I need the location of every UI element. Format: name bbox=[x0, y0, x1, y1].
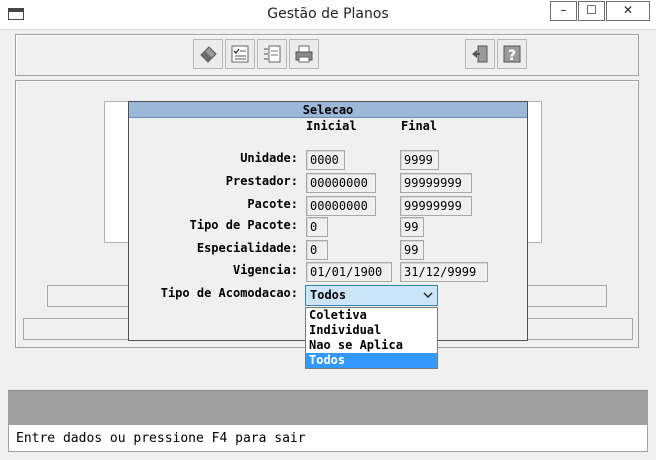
tipo-acomodacao-selected-value: Todos bbox=[310, 288, 347, 302]
especialidade-final-field[interactable]: 99 bbox=[400, 240, 424, 260]
tipo-pacote-final-field[interactable]: 99 bbox=[400, 217, 424, 237]
option-todos[interactable]: Todos bbox=[306, 353, 437, 368]
clear-button[interactable] bbox=[193, 39, 223, 69]
checklist-icon bbox=[231, 45, 249, 63]
option-individual[interactable]: Individual bbox=[306, 323, 437, 338]
unidade-final-field[interactable]: 9999 bbox=[400, 150, 439, 170]
eraser-icon bbox=[200, 46, 217, 63]
checklist-button[interactable] bbox=[225, 39, 255, 69]
unidade-label: Unidade: bbox=[240, 151, 298, 165]
dialog-title: Selecao bbox=[129, 102, 527, 118]
option-coletiva[interactable]: Coletiva bbox=[306, 308, 437, 323]
tipo-acomodacao-select[interactable]: Todos bbox=[305, 285, 438, 306]
especialidade-label: Especialidade: bbox=[196, 241, 298, 255]
tipo-pacote-label: Tipo de Pacote: bbox=[189, 218, 298, 232]
vigencia-label: Vigencia: bbox=[232, 263, 298, 277]
tipo-acomodacao-label: Tipo de Acomodacao: bbox=[160, 286, 298, 300]
pacote-final-field[interactable]: 99999999 bbox=[400, 196, 472, 216]
help-button[interactable]: ? bbox=[497, 39, 527, 69]
column-initial-header: Inicial bbox=[306, 119, 357, 133]
especialidade-initial-field[interactable]: 0 bbox=[306, 240, 328, 260]
close-button[interactable]: ✕ bbox=[606, 1, 650, 21]
status-message: Entre dados ou pressione F4 para sair bbox=[16, 431, 306, 446]
prestador-initial-field[interactable]: 00000000 bbox=[306, 173, 376, 193]
list-button[interactable] bbox=[257, 39, 287, 69]
vigencia-final-field[interactable]: 31/12/9999 bbox=[400, 262, 488, 282]
prestador-final-field[interactable]: 99999999 bbox=[400, 173, 472, 193]
message-band bbox=[8, 390, 648, 424]
printer-icon bbox=[295, 45, 313, 63]
chevron-down-icon bbox=[423, 292, 433, 298]
option-nao-se-aplica[interactable]: Nao se Aplica bbox=[306, 338, 437, 353]
pacote-initial-field[interactable]: 00000000 bbox=[306, 196, 376, 216]
prestador-label: Prestador: bbox=[225, 174, 298, 188]
svg-text:?: ? bbox=[508, 48, 516, 64]
maximize-button[interactable]: ☐ bbox=[578, 1, 605, 21]
vigencia-initial-field[interactable]: 01/01/1900 bbox=[306, 262, 392, 282]
help-icon: ? bbox=[503, 45, 521, 64]
exit-button[interactable] bbox=[465, 39, 495, 69]
unidade-initial-field[interactable]: 0000 bbox=[306, 150, 345, 170]
pacote-label: Pacote: bbox=[247, 197, 298, 211]
print-button[interactable] bbox=[289, 39, 319, 69]
list-icon bbox=[264, 45, 281, 63]
tipo-acomodacao-dropdown: Coletiva Individual Nao se Aplica Todos bbox=[305, 307, 438, 369]
tipo-pacote-initial-field[interactable]: 0 bbox=[306, 217, 328, 237]
exit-door-icon bbox=[472, 45, 488, 63]
column-final-header: Final bbox=[401, 119, 438, 133]
minimize-button[interactable]: – bbox=[550, 1, 577, 21]
toolbar bbox=[15, 34, 639, 76]
